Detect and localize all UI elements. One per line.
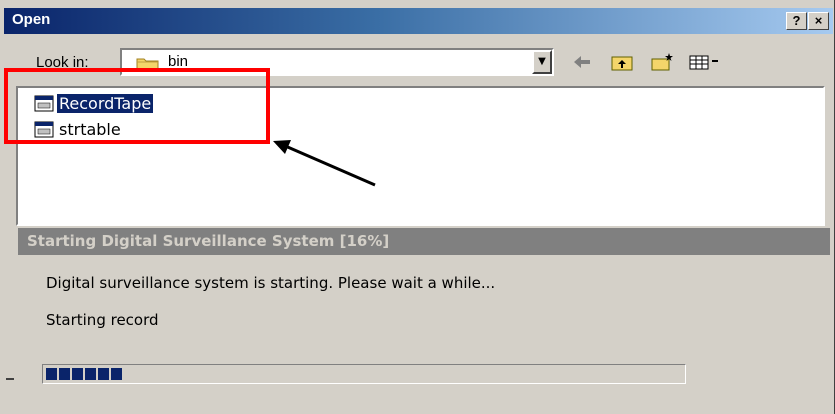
- progress-dialog: Starting Digital Surveillance System [16…: [18, 228, 830, 414]
- annotation-arrow: [273, 140, 376, 187]
- progress-bar: [42, 364, 686, 384]
- divider: [6, 378, 14, 380]
- up-folder-icon[interactable]: [610, 52, 634, 72]
- progress-block: [72, 368, 83, 380]
- new-folder-icon[interactable]: [650, 52, 674, 72]
- progress-block: [85, 368, 96, 380]
- progress-bar-fill: [46, 368, 122, 380]
- progress-title-bar: Starting Digital Surveillance System [16…: [18, 228, 830, 255]
- dialog-title: Open: [12, 11, 51, 28]
- title-bar: Open ? ×: [4, 8, 833, 34]
- progress-message: Digital surveillance system is starting.…: [46, 274, 496, 292]
- progress-block: [111, 368, 122, 380]
- close-button[interactable]: ×: [808, 12, 829, 30]
- open-dialog: Open ? × Look in: bin ▼ RecordTape strta…: [0, 0, 835, 414]
- progress-block: [59, 368, 70, 380]
- chevron-down-icon[interactable]: ▼: [532, 50, 552, 74]
- back-arrow-icon[interactable]: [570, 52, 594, 72]
- view-menu-icon[interactable]: [688, 52, 724, 72]
- progress-block: [46, 368, 57, 380]
- progress-dialog-title: Starting Digital Surveillance System [16…: [27, 232, 390, 250]
- progress-status: Starting record: [46, 311, 159, 329]
- progress-block: [98, 368, 109, 380]
- highlight-annotation-box: [4, 68, 270, 144]
- help-button[interactable]: ?: [786, 12, 807, 30]
